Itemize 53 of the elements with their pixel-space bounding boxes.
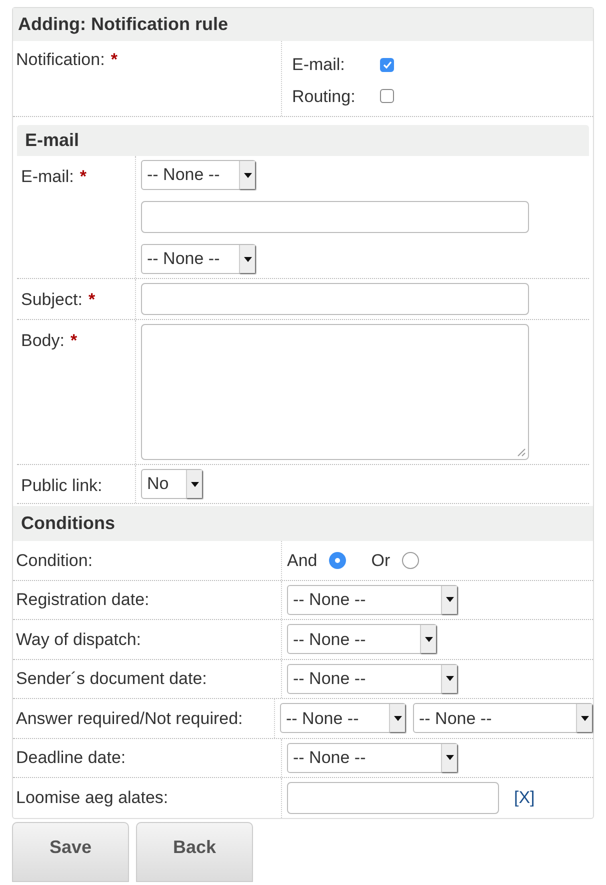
caret-icon: [446, 676, 454, 682]
field-label: Body:: [21, 330, 64, 352]
field-label: Sender´s document date:: [16, 668, 207, 690]
caret-icon: [244, 172, 252, 178]
caret-icon: [446, 597, 454, 602]
dropdown[interactable]: -- None --: [287, 584, 458, 615]
dropdown[interactable]: -- None --: [141, 160, 256, 190]
field-label: Loomise aeg alates:: [16, 787, 168, 809]
field-label: Way of dispatch:: [16, 628, 142, 650]
check-icon: [382, 60, 392, 69]
caret-icon: [580, 716, 588, 721]
option-label: Routing:: [292, 86, 356, 108]
field-label: Notification:: [16, 49, 105, 71]
field-label: E-mail:: [21, 166, 74, 188]
field-label: Registration date:: [16, 589, 150, 611]
required-mark: *: [70, 330, 78, 352]
form-button[interactable]: Back: [136, 822, 253, 882]
required-mark: *: [80, 166, 87, 188]
dropdown[interactable]: -- None --: [287, 624, 437, 654]
section-title: Conditions: [21, 512, 115, 535]
required-mark: *: [88, 289, 96, 311]
option-label: E-mail:: [292, 54, 346, 76]
caret-icon: [190, 482, 198, 486]
dropdown[interactable]: -- None --: [141, 244, 256, 274]
radio-button[interactable]: [329, 552, 346, 569]
radio-label: And: [287, 550, 318, 572]
caret-icon: [394, 716, 402, 721]
panel-title: Adding: Notification rule: [18, 13, 228, 36]
required-mark: *: [110, 49, 118, 71]
text-field[interactable]: [141, 283, 529, 315]
caret-icon: [446, 755, 454, 760]
dropdown[interactable]: -- None --: [287, 742, 458, 773]
field-label: Condition:: [16, 550, 93, 572]
checkbox[interactable]: [380, 89, 394, 104]
resize-grip-icon: [516, 447, 526, 457]
text-field[interactable]: [141, 201, 529, 233]
field-label: Public link:: [21, 475, 102, 497]
caret-icon: [424, 636, 432, 642]
dropdown[interactable]: -- None --: [413, 703, 593, 734]
field-label: Subject:: [21, 289, 82, 311]
field-label: Deadline date:: [16, 747, 126, 769]
radio-label: Or: [371, 550, 390, 572]
caret-icon: [244, 256, 252, 262]
section-title: E-mail: [25, 129, 80, 152]
dropdown[interactable]: -- None --: [287, 664, 458, 694]
form-button[interactable]: Save: [12, 822, 129, 882]
clear-link[interactable]: [X]: [514, 785, 535, 810]
field-label: Answer required/Not required:: [16, 708, 243, 730]
radio-button[interactable]: [402, 552, 420, 569]
dropdown[interactable]: -- None --: [280, 703, 406, 734]
date-field[interactable]: [287, 782, 499, 814]
checkbox[interactable]: [380, 58, 394, 72]
dropdown[interactable]: No: [141, 469, 203, 499]
